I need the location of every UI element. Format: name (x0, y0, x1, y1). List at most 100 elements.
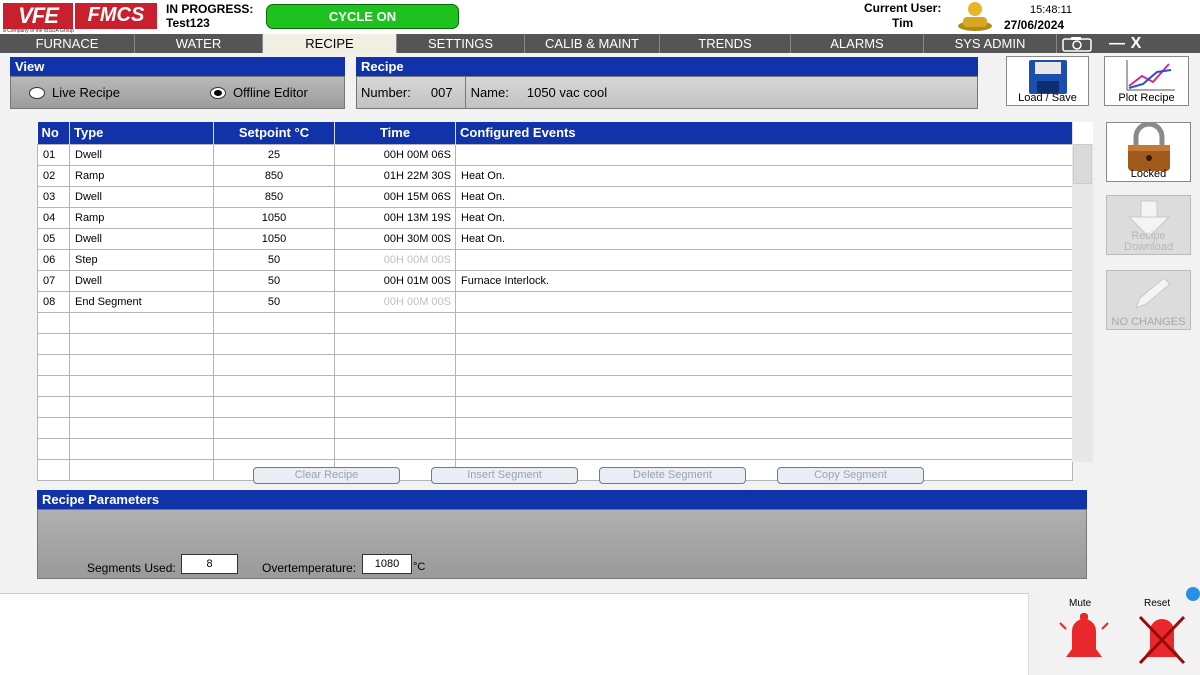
cell-empty[interactable] (69, 374, 214, 397)
cell-empty[interactable] (213, 332, 335, 355)
cell-events[interactable]: Furnace Interlock. (455, 269, 1073, 292)
cell-events[interactable] (455, 290, 1073, 313)
offline-editor-radio[interactable]: Offline Editor (209, 85, 308, 100)
cell-empty[interactable] (334, 395, 456, 418)
tab-furnace[interactable]: FURNACE (0, 34, 135, 53)
table-row-empty[interactable] (37, 311, 1073, 334)
cell-time[interactable]: 00H 01M 00S (334, 269, 456, 292)
tab-calib-maint[interactable]: CALIB & MAINT (525, 34, 660, 53)
remote-support-icon[interactable] (1186, 587, 1200, 601)
minimize-button[interactable]: — (1097, 34, 1125, 53)
cell-time[interactable]: 00H 00M 06S (334, 143, 456, 166)
cell-empty[interactable] (334, 437, 456, 460)
cell-no[interactable]: 01 (37, 143, 70, 166)
cell-type[interactable]: Ramp (69, 206, 214, 229)
cell-events[interactable]: Heat On. (455, 227, 1073, 250)
cell-type[interactable]: Step (69, 248, 214, 271)
cell-type[interactable]: Ramp (69, 164, 214, 187)
cell-time[interactable]: 00H 00M 00S (334, 248, 456, 271)
tab-recipe[interactable]: RECIPE (263, 34, 397, 53)
cell-empty[interactable] (213, 437, 335, 460)
cell-setpoint[interactable]: 50 (213, 269, 335, 292)
reset-alarm-button[interactable] (1134, 613, 1190, 672)
lock-button[interactable]: Locked (1106, 121, 1191, 182)
cell-events[interactable]: Heat On. (455, 164, 1073, 187)
cell-setpoint[interactable]: 850 (213, 185, 335, 208)
cell-empty[interactable] (37, 395, 70, 418)
cell-time[interactable]: 00H 00M 00S (334, 290, 456, 313)
cell-time[interactable]: 00H 13M 19S (334, 206, 456, 229)
cell-no[interactable]: 04 (37, 206, 70, 229)
overtemperature-field[interactable]: 1080 (362, 554, 412, 574)
cell-empty[interactable] (37, 458, 70, 481)
cell-setpoint[interactable]: 850 (213, 164, 335, 187)
cell-no[interactable]: 07 (37, 269, 70, 292)
cell-setpoint[interactable]: 25 (213, 143, 335, 166)
cell-empty[interactable] (213, 311, 335, 334)
cell-empty[interactable] (334, 416, 456, 439)
cycle-on-button[interactable]: CYCLE ON (266, 4, 459, 29)
cell-type[interactable]: Dwell (69, 185, 214, 208)
cell-empty[interactable] (213, 374, 335, 397)
table-row-empty[interactable] (37, 437, 1073, 460)
alarm-list[interactable] (0, 593, 1040, 675)
table-row[interactable]: 04 Ramp 1050 00H 13M 19S Heat On. (37, 206, 1073, 229)
clear-recipe-button[interactable]: Clear Recipe (253, 467, 400, 484)
tab-alarms[interactable]: ALARMS (791, 34, 924, 53)
table-scroll-thumb[interactable] (1073, 144, 1092, 184)
cell-empty[interactable] (213, 416, 335, 439)
cell-empty[interactable] (455, 353, 1073, 376)
cell-setpoint[interactable]: 50 (213, 248, 335, 271)
cell-type[interactable]: Dwell (69, 269, 214, 292)
cell-empty[interactable] (69, 353, 214, 376)
cell-setpoint[interactable]: 50 (213, 290, 335, 313)
table-row[interactable]: 07 Dwell 50 00H 01M 00S Furnace Interlock. (37, 269, 1073, 292)
table-row[interactable]: 03 Dwell 850 00H 15M 06S Heat On. (37, 185, 1073, 208)
cell-empty[interactable] (37, 437, 70, 460)
table-row-empty[interactable] (37, 416, 1073, 439)
table-row[interactable]: 06 Step 50 00H 00M 00S (37, 248, 1073, 271)
cell-events[interactable] (455, 248, 1073, 271)
table-scrollbar[interactable] (1072, 144, 1093, 462)
cell-empty[interactable] (455, 437, 1073, 460)
cell-empty[interactable] (69, 332, 214, 355)
cell-setpoint[interactable]: 1050 (213, 206, 335, 229)
cell-no[interactable]: 06 (37, 248, 70, 271)
cell-empty[interactable] (69, 416, 214, 439)
cell-no[interactable]: 08 (37, 290, 70, 313)
user-login-icon[interactable] (955, 0, 995, 32)
cell-empty[interactable] (37, 311, 70, 334)
cell-empty[interactable] (334, 311, 456, 334)
recipe-download-button[interactable]: Recipe Download (1106, 195, 1191, 255)
table-row-empty[interactable] (37, 395, 1073, 418)
cell-setpoint[interactable]: 1050 (213, 227, 335, 250)
cell-empty[interactable] (69, 395, 214, 418)
camera-icon[interactable] (1057, 34, 1097, 53)
tab-water[interactable]: WATER (135, 34, 263, 53)
alarm-list-scrollbar[interactable] (1028, 593, 1040, 675)
cell-empty[interactable] (334, 353, 456, 376)
cell-empty[interactable] (37, 374, 70, 397)
cell-events[interactable] (455, 143, 1073, 166)
cell-type[interactable]: Dwell (69, 227, 214, 250)
cell-empty[interactable] (455, 395, 1073, 418)
insert-segment-button[interactable]: Insert Segment (431, 467, 578, 484)
plot-recipe-button[interactable]: Plot Recipe (1104, 56, 1189, 106)
cell-empty[interactable] (455, 374, 1073, 397)
cell-empty[interactable] (334, 332, 456, 355)
table-row-empty[interactable] (37, 353, 1073, 376)
cell-time[interactable]: 01H 22M 30S (334, 164, 456, 187)
cell-empty[interactable] (334, 374, 456, 397)
tab-sys-admin[interactable]: SYS ADMIN (924, 34, 1057, 53)
cell-time[interactable]: 00H 30M 00S (334, 227, 456, 250)
table-row-empty[interactable] (37, 332, 1073, 355)
copy-segment-button[interactable]: Copy Segment (777, 467, 924, 484)
tab-trends[interactable]: TRENDS (660, 34, 791, 53)
cell-type[interactable]: Dwell (69, 143, 214, 166)
cell-empty[interactable] (37, 416, 70, 439)
table-row-empty[interactable] (37, 374, 1073, 397)
table-row[interactable]: 02 Ramp 850 01H 22M 30S Heat On. (37, 164, 1073, 187)
live-recipe-radio[interactable]: Live Recipe (29, 85, 120, 100)
cell-empty[interactable] (455, 332, 1073, 355)
cell-time[interactable]: 00H 15M 06S (334, 185, 456, 208)
